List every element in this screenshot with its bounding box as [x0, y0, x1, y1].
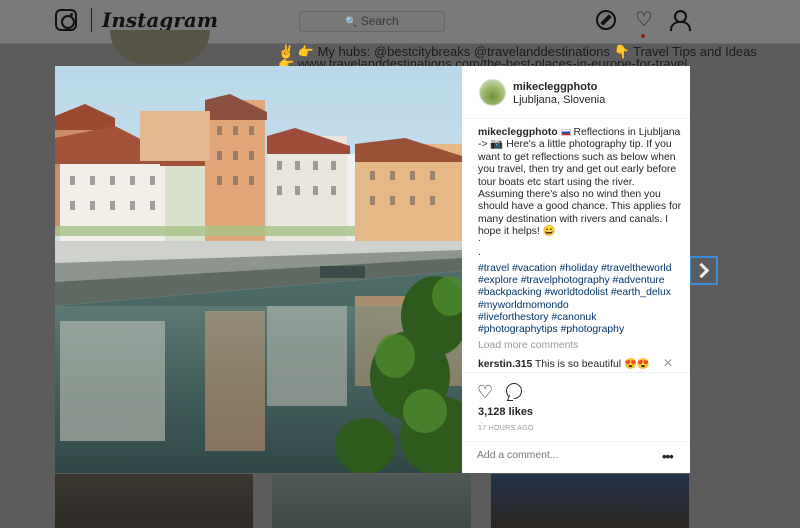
notification-dot	[641, 34, 645, 38]
more-options-icon[interactable]: •••	[662, 449, 674, 464]
search-icon: 🔍	[345, 17, 358, 28]
activity-heart-icon[interactable]: ♡	[634, 10, 654, 30]
search-placeholder: Search	[360, 14, 399, 28]
add-comment-bar: •••	[462, 441, 690, 474]
hashtag-line[interactable]: #liveforthestory #canonuk	[478, 312, 682, 324]
like-heart-icon[interactable]: ♡	[477, 383, 493, 401]
instagram-logo-icon[interactable]	[55, 9, 77, 31]
hashtag-line[interactable]: #myworldmomondo	[478, 300, 682, 312]
add-comment-input[interactable]	[477, 450, 647, 461]
caption-text: Reflections in Ljubljana -> 📷 Here's a l…	[478, 127, 682, 238]
comment-bubble-icon[interactable]	[506, 383, 522, 399]
comment-text: This is so beautiful 😍😍	[532, 359, 650, 370]
post-header: mikecleggphoto Ljubljana, Slovenia	[462, 66, 690, 119]
hashtag-block: #travel #vacation #holiday #travelthewor…	[478, 263, 682, 336]
author-avatar[interactable]	[479, 79, 506, 106]
post-modal: mikecleggphoto Ljubljana, Slovenia mikec…	[55, 66, 690, 473]
hashtag-line[interactable]: #photographytips #photography	[478, 324, 682, 336]
profile-avatar	[110, 30, 210, 64]
load-more-comments-link[interactable]: Load more comments	[478, 340, 579, 351]
profile-bio-line: ✌️ 👉 My hubs: @bestcitybreaks @traveland…	[278, 44, 757, 59]
grid-post-thumbnail[interactable]	[491, 474, 689, 528]
post-location[interactable]: Ljubljana, Slovenia	[513, 94, 605, 106]
post-caption: mikecleggphoto Reflections in Ljubljana …	[478, 127, 682, 239]
likes-count[interactable]: 3,128 likes	[478, 406, 533, 418]
hashtag-line[interactable]: #explore #travelphotography #adventure	[478, 275, 682, 287]
profile-person-icon[interactable]	[669, 10, 691, 31]
remove-comment-icon[interactable]: ✕	[663, 356, 673, 370]
post-side-panel: mikecleggphoto Ljubljana, Slovenia mikec…	[462, 66, 690, 473]
post-timestamp: 17 HOURS AGO	[478, 425, 534, 432]
author-username[interactable]: mikecleggphoto	[513, 81, 597, 93]
ljubljana-river-photo	[55, 66, 462, 473]
hashtag-line[interactable]: #backpacking #worldtodolist #earth_delux	[478, 287, 682, 299]
instagram-wordmark[interactable]: Instagram	[102, 8, 218, 32]
comment-username[interactable]: kerstin.315	[478, 359, 532, 370]
caption-username[interactable]: mikecleggphoto	[478, 127, 558, 138]
logo-divider	[91, 8, 92, 32]
explore-compass-icon[interactable]	[596, 10, 616, 30]
slovenia-flag-icon	[560, 128, 571, 136]
caption-dot: .	[478, 247, 481, 258]
grid-post-thumbnail[interactable]	[55, 474, 253, 528]
hashtag-line[interactable]: #travel #vacation #holiday #travelthewor…	[478, 263, 682, 275]
post-photo[interactable]	[55, 66, 462, 473]
search-box[interactable]: 🔍 Search	[299, 11, 445, 32]
caption-dot: .	[478, 233, 481, 244]
post-actions: ♡ 3,128 likes 17 HOURS AGO •••	[462, 372, 690, 473]
comment-item: kerstin.315 This is so beautiful 😍😍	[478, 357, 678, 370]
grid-post-thumbnail[interactable]	[272, 474, 471, 528]
next-post-arrow-icon[interactable]	[689, 256, 718, 285]
